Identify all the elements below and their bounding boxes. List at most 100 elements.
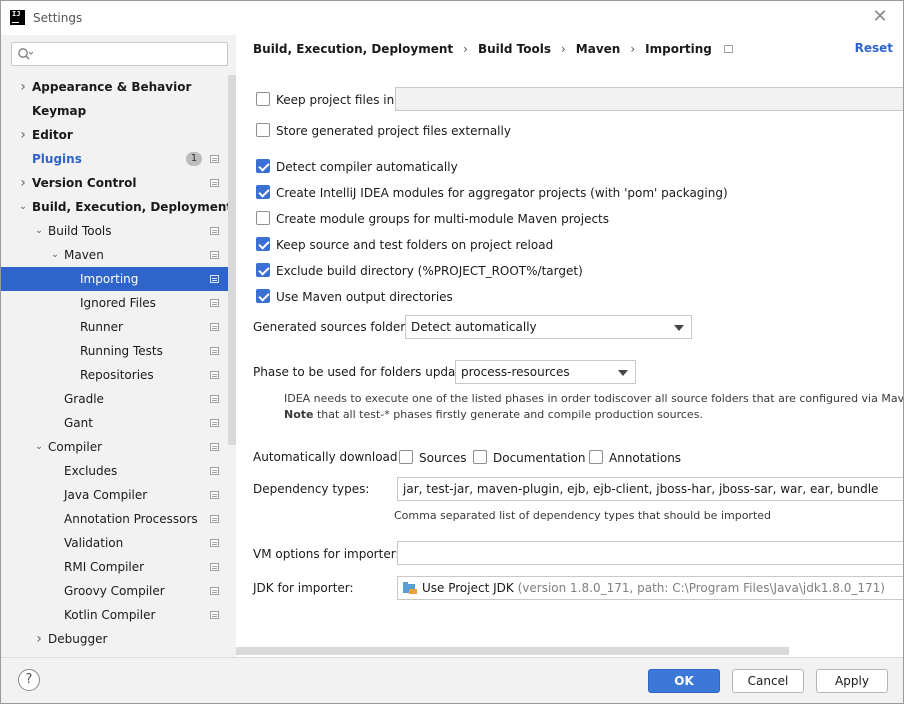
cancel-button[interactable]: Cancel xyxy=(732,669,804,693)
sidebar-item-repositories[interactable]: Repositories xyxy=(1,363,236,387)
keep-project-files-checkbox[interactable] xyxy=(256,91,270,106)
sidebar-item-label: Groovy Compiler xyxy=(64,584,165,598)
sidebar-item-build-tools[interactable]: ⌄ Build Tools xyxy=(1,219,236,243)
project-scope-icon xyxy=(210,563,219,571)
exclude-build-dir-option: Exclude build directory (%PROJECT_ROOT%/… xyxy=(256,261,583,279)
chevron-down-icon[interactable]: ⌄ xyxy=(33,435,45,459)
project-scope-icon xyxy=(210,227,219,235)
download-sources-label: Sources xyxy=(419,450,467,465)
use-maven-output-checkbox[interactable] xyxy=(256,288,270,303)
sidebar-item-build-execution-deployment[interactable]: ⌄ Build, Execution, Deployment xyxy=(1,195,236,219)
sidebar-item-label: Maven xyxy=(64,248,104,262)
settings-tree: › Appearance & Behavior Keymap › Editor Plugi… xyxy=(1,75,236,651)
sidebar-item-label: Gant xyxy=(64,416,93,430)
sidebar-item-editor[interactable]: › Editor xyxy=(1,123,236,147)
detect-compiler-checkbox[interactable] xyxy=(256,158,270,173)
reset-link[interactable]: Reset xyxy=(855,41,893,55)
jdk-folder-icon xyxy=(403,582,417,594)
sidebar-item-label: Importing xyxy=(80,272,139,286)
apply-button[interactable]: Apply xyxy=(816,669,888,693)
sidebar-scrollbar[interactable] xyxy=(228,75,236,445)
project-scope-icon xyxy=(210,539,219,547)
auto-download-label: Automatically download: xyxy=(253,450,402,464)
generated-sources-label: Generated sources folders: xyxy=(253,320,416,334)
detect-compiler-option: Detect compiler automatically xyxy=(256,157,458,175)
store-externally-checkbox[interactable] xyxy=(256,122,270,137)
chevron-down-icon[interactable]: ⌄ xyxy=(49,243,61,267)
breadcrumb-item[interactable]: Build Tools xyxy=(478,42,551,56)
chevron-down-icon xyxy=(618,370,628,376)
keep-project-files-path-field[interactable] xyxy=(395,87,903,111)
vm-options-field[interactable] xyxy=(397,541,903,565)
use-maven-output-label: Use Maven output directories xyxy=(276,289,453,304)
sidebar-item-excludes[interactable]: Excludes xyxy=(1,459,236,483)
download-sources-option: Sources xyxy=(399,448,466,466)
dependency-types-hint: Comma separated list of dependency types… xyxy=(394,509,772,522)
exclude-build-dir-checkbox[interactable] xyxy=(256,262,270,277)
chevron-right-icon[interactable]: › xyxy=(17,123,29,147)
sidebar-item-groovy-compiler[interactable]: Groovy Compiler xyxy=(1,579,236,603)
download-documentation-checkbox[interactable] xyxy=(473,449,487,464)
project-scope-icon xyxy=(210,491,219,499)
chevron-right-icon[interactable]: › xyxy=(17,75,29,99)
keep-source-folders-label: Keep source and test folders on project … xyxy=(276,237,554,252)
jdk-value: Use Project JDK xyxy=(422,581,514,595)
chevron-right-icon[interactable]: › xyxy=(17,171,29,195)
sidebar-item-compiler[interactable]: ⌄ Compiler xyxy=(1,435,236,459)
chevron-right-icon[interactable]: › xyxy=(33,627,45,651)
sidebar-item-label: Editor xyxy=(32,128,73,142)
download-annotations-checkbox[interactable] xyxy=(589,449,603,464)
sidebar-item-ignored-files[interactable]: Ignored Files xyxy=(1,291,236,315)
generated-sources-select[interactable]: Detect automatically xyxy=(405,315,692,339)
breadcrumb-item[interactable]: Build, Execution, Deployment xyxy=(253,42,453,56)
sidebar-item-appearance-behavior[interactable]: › Appearance & Behavior xyxy=(1,75,236,99)
project-scope-icon xyxy=(210,251,219,259)
sidebar-item-maven[interactable]: ⌄ Maven xyxy=(1,243,236,267)
sidebar-item-java-compiler[interactable]: Java Compiler xyxy=(1,483,236,507)
search-input[interactable] xyxy=(38,45,224,63)
exclude-build-dir-label: Exclude build directory (%PROJECT_ROOT%/… xyxy=(276,263,583,278)
sidebar-item-gant[interactable]: Gant xyxy=(1,411,236,435)
module-groups-checkbox[interactable] xyxy=(256,210,270,225)
sidebar-item-rmi-compiler[interactable]: RMI Compiler xyxy=(1,555,236,579)
panel-horizontal-scrollbar[interactable] xyxy=(236,647,789,655)
sidebar-item-runner[interactable]: Runner xyxy=(1,315,236,339)
sidebar-item-annotation-processors[interactable]: Annotation Processors xyxy=(1,507,236,531)
breadcrumb-current: Importing xyxy=(645,42,712,56)
sidebar-item-validation[interactable]: Validation xyxy=(1,531,236,555)
sidebar-item-label: Build Tools xyxy=(48,224,112,238)
breadcrumb-item[interactable]: Maven xyxy=(576,42,621,56)
project-scope-icon xyxy=(210,371,219,379)
close-icon[interactable]: ✕ xyxy=(871,8,889,26)
sidebar-item-running-tests[interactable]: Running Tests xyxy=(1,339,236,363)
ok-button[interactable]: OK xyxy=(648,669,720,693)
module-groups-option: Create module groups for multi-module Ma… xyxy=(256,209,609,227)
settings-sidebar: › Appearance & Behavior Keymap › Editor Plugi… xyxy=(1,35,236,657)
help-button[interactable]: ? xyxy=(18,669,40,691)
sidebar-item-debugger[interactable]: › Debugger xyxy=(1,627,236,651)
project-scope-icon xyxy=(723,45,733,53)
generated-sources-value: Detect automatically xyxy=(411,320,537,334)
download-sources-checkbox[interactable] xyxy=(399,449,413,464)
sidebar-item-label: Runner xyxy=(80,320,123,334)
sidebar-item-keymap[interactable]: Keymap xyxy=(1,99,236,123)
jdk-select[interactable]: Use Project JDK (version 1.8.0_171, path… xyxy=(397,576,903,600)
sidebar-item-kotlin-compiler[interactable]: Kotlin Compiler xyxy=(1,603,236,627)
sidebar-item-importing[interactable]: Importing xyxy=(1,267,236,291)
store-externally-option: Store generated project files externally xyxy=(256,121,511,139)
create-modules-checkbox[interactable] xyxy=(256,184,270,199)
sidebar-item-label: Gradle xyxy=(64,392,104,406)
search-box[interactable] xyxy=(11,42,228,66)
sidebar-item-plugins[interactable]: Plugins 1 xyxy=(1,147,236,171)
sidebar-item-gradle[interactable]: Gradle xyxy=(1,387,236,411)
project-scope-icon xyxy=(210,155,219,163)
chevron-down-icon[interactable]: ⌄ xyxy=(17,195,29,219)
chevron-down-icon[interactable]: ⌄ xyxy=(33,219,45,243)
keep-source-folders-checkbox[interactable] xyxy=(256,236,270,251)
breadcrumb-separator: › xyxy=(463,42,468,56)
dependency-types-field[interactable]: jar, test-jar, maven-plugin, ejb, ejb-cl… xyxy=(397,477,903,501)
breadcrumb-separator: › xyxy=(560,42,566,56)
download-annotations-option: Annotations xyxy=(589,448,681,466)
phase-select[interactable]: process-resources xyxy=(455,360,636,384)
sidebar-item-version-control[interactable]: › Version Control xyxy=(1,171,236,195)
